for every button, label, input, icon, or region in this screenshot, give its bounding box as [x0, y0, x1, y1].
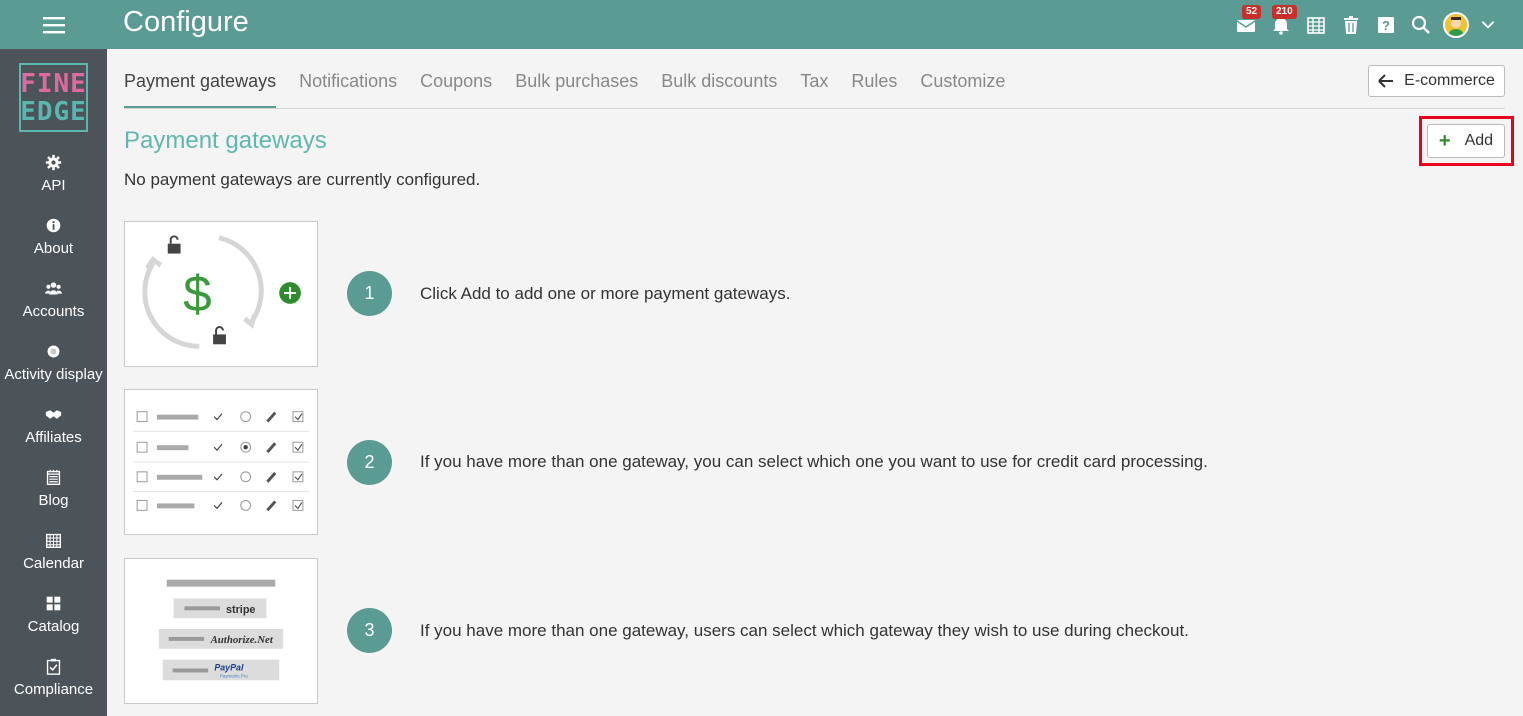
sidebar-item-label: Catalog: [27, 618, 80, 635]
info-icon: [46, 218, 61, 233]
user-avatar-icon: [1447, 16, 1464, 36]
paypal-sub-text: Payments Pro: [220, 673, 248, 678]
tab-tax[interactable]: Tax: [800, 59, 828, 109]
back-to-ecommerce-button[interactable]: E-commerce: [1368, 65, 1505, 97]
users-icon: [45, 282, 62, 295]
arrow-left-icon: [1378, 74, 1394, 88]
step-1-text: Click Add to add one or more payment gat…: [420, 284, 791, 303]
step-2-illustration: [124, 389, 318, 535]
gear-icon: [45, 154, 62, 171]
step-1-illustration: $: [124, 221, 318, 367]
avatar: [1442, 11, 1469, 38]
user-menu-dropdown[interactable]: [1473, 0, 1503, 49]
messages-button[interactable]: 52: [1228, 0, 1263, 49]
sidebar-item-label: Compliance: [13, 681, 94, 698]
sidebar: FINE EDGE API About Accounts Activity di…: [0, 49, 107, 716]
dot-icon: [47, 345, 60, 358]
top-bar: Configure 52 210 ?: [0, 0, 1523, 49]
dollar-symbol: $: [183, 265, 212, 322]
add-button-label: Add: [1464, 132, 1494, 149]
gateway-options-illustration: stripe Authorize.Net PayPal Payments Pro: [158, 579, 284, 681]
logo-line-1: FINE: [20, 68, 87, 99]
tab-bulk-discounts[interactable]: Bulk discounts: [661, 59, 777, 109]
notifications-button[interactable]: 210: [1263, 0, 1298, 49]
sidebar-item-about[interactable]: About: [0, 210, 107, 270]
search-button[interactable]: [1403, 0, 1438, 49]
stripe-logo-text: stripe: [226, 604, 256, 616]
sidebar-item-api[interactable]: API: [0, 147, 107, 207]
tab-payment-gateways[interactable]: Payment gateways: [124, 59, 277, 109]
step-2-number: 2: [347, 440, 392, 485]
notifications-badge: 210: [1272, 5, 1297, 19]
sidebar-item-label: Blog: [38, 492, 69, 509]
tab-customize[interactable]: Customize: [920, 59, 1005, 109]
logo-line-2: EDGE: [20, 96, 87, 127]
trash-button[interactable]: [1333, 0, 1368, 49]
help-icon: ?: [1377, 16, 1394, 33]
step-2-text: If you have more than one gateway, you c…: [420, 452, 1208, 471]
sidebar-item-compliance[interactable]: Compliance: [0, 651, 107, 711]
calendar-icon: [46, 533, 61, 548]
handshake-icon: [45, 410, 62, 419]
tab-notifications[interactable]: Notifications: [299, 59, 397, 109]
step-3-text: If you have more than one gateway, users…: [420, 621, 1189, 640]
sidebar-item-label: API: [41, 177, 66, 194]
sidebar-item-label: Calendar: [23, 555, 84, 572]
tab-bar: Payment gateways Notifications Coupons B…: [124, 59, 1028, 109]
svg-text:?: ?: [1382, 18, 1390, 33]
plus-icon: +: [1438, 130, 1451, 152]
sidebar-item-label: Accounts: [22, 303, 85, 320]
hamburger-icon: [42, 16, 65, 33]
trash-icon: [1343, 15, 1358, 34]
spreadsheet-button[interactable]: [1298, 0, 1333, 49]
menu-toggle-button[interactable]: [0, 0, 107, 49]
sidebar-item-label: Affiliates: [25, 429, 82, 446]
fine-edge-logo[interactable]: FINE EDGE: [19, 63, 88, 132]
sidebar-item-label: About: [33, 240, 74, 257]
step-3-illustration: stripe Authorize.Net PayPal Payments Pro: [124, 558, 318, 704]
sidebar-item-catalog[interactable]: Catalog: [0, 588, 107, 648]
search-icon: [1411, 15, 1430, 34]
help-button[interactable]: ?: [1368, 0, 1403, 49]
payment-cycle-illustration: $: [142, 235, 301, 349]
chevron-down-icon: [1481, 20, 1495, 29]
sidebar-item-blog[interactable]: Blog: [0, 462, 107, 522]
tab-bulk-purchases[interactable]: Bulk purchases: [515, 59, 638, 109]
gateway-table-illustration: [133, 411, 309, 512]
user-menu-button[interactable]: [1438, 0, 1473, 49]
sidebar-item-calendar[interactable]: Calendar: [0, 525, 107, 585]
sidebar-item-label: Activity display: [4, 366, 103, 383]
grid-icon: [46, 596, 61, 611]
step-3-number: 3: [347, 608, 392, 653]
add-gateway-button[interactable]: + Add: [1427, 124, 1505, 158]
checklist-icon: [46, 658, 61, 675]
sidebar-item-accounts[interactable]: Accounts: [0, 273, 107, 333]
messages-badge: 52: [1242, 5, 1262, 19]
tab-rules[interactable]: Rules: [851, 59, 897, 109]
tab-coupons[interactable]: Coupons: [420, 59, 492, 109]
tab-divider: [124, 108, 1505, 109]
paypal-logo-text: PayPal: [214, 662, 244, 672]
sidebar-item-activity-display[interactable]: Activity display: [0, 336, 107, 396]
step-1-number: 1: [347, 271, 392, 316]
section-title: Payment gateways: [124, 127, 327, 154]
authorize-net-logo-text: Authorize.Net: [210, 634, 274, 646]
sidebar-item-affiliates[interactable]: Affiliates: [0, 399, 107, 459]
page-title: Configure: [123, 6, 249, 38]
empty-state-message: No payment gateways are currently config…: [124, 170, 481, 189]
blog-icon: [46, 469, 61, 485]
table-icon: [1306, 16, 1325, 34]
back-button-label: E-commerce: [1404, 72, 1495, 89]
